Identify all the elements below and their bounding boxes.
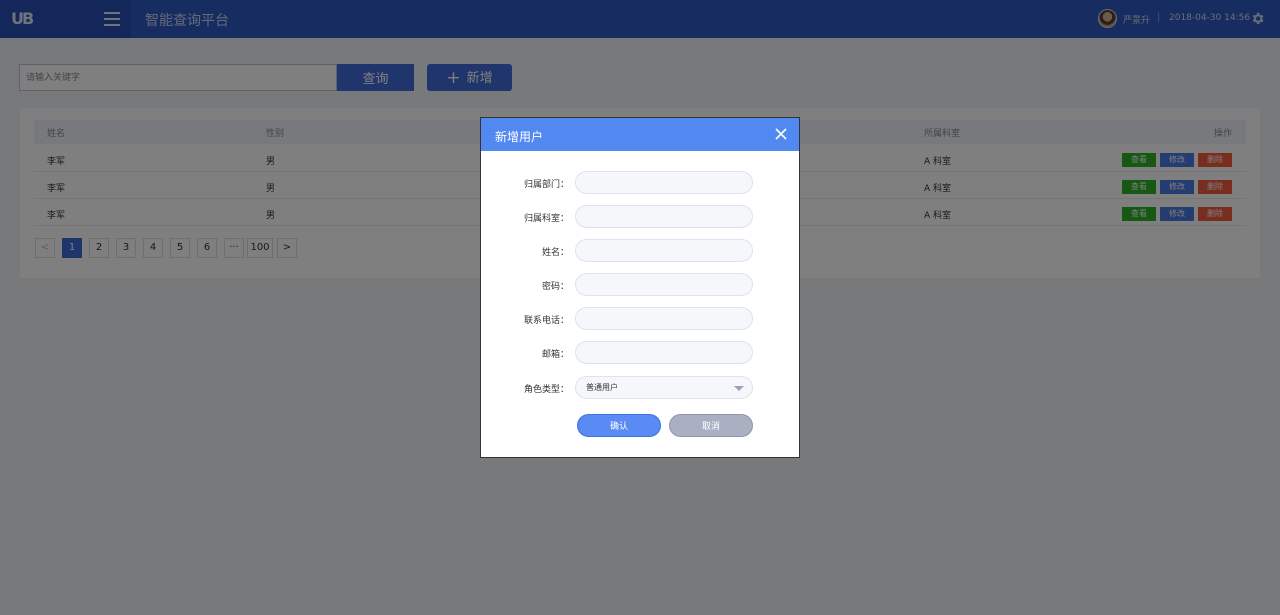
field-password: 密码： bbox=[481, 273, 799, 297]
confirm-button[interactable]: 确认 bbox=[577, 414, 661, 437]
email-input[interactable] bbox=[575, 341, 753, 364]
field-phone: 联系电话： bbox=[481, 307, 799, 331]
close-icon[interactable] bbox=[775, 128, 787, 140]
office-label: 归属科室： bbox=[523, 214, 569, 224]
dept-input[interactable] bbox=[575, 171, 753, 194]
cancel-button[interactable]: 取消 bbox=[669, 414, 753, 437]
password-label: 密码： bbox=[541, 282, 569, 292]
chevron-down-icon bbox=[734, 386, 744, 391]
field-dept: 归属部门： bbox=[481, 171, 799, 195]
role-select-value: 普通用户 bbox=[586, 383, 618, 392]
field-email: 邮箱： bbox=[481, 341, 799, 365]
dept-label: 归属部门： bbox=[523, 180, 569, 190]
password-input[interactable] bbox=[575, 273, 753, 296]
name-input[interactable] bbox=[575, 239, 753, 262]
field-role: 角色类型： 普通用户 bbox=[481, 376, 799, 400]
field-name: 姓名： bbox=[481, 239, 799, 263]
phone-input[interactable] bbox=[575, 307, 753, 330]
role-select[interactable]: 普通用户 bbox=[575, 376, 753, 399]
field-office: 归属科室： bbox=[481, 205, 799, 229]
add-user-dialog: 新增用户 归属部门： 归属科室： 姓名： 密码： 联系电话： 邮箱： 角色类型：… bbox=[480, 117, 800, 458]
role-label: 角色类型： bbox=[523, 385, 569, 395]
dialog-title: 新增用户 bbox=[495, 130, 544, 144]
dialog-header: 新增用户 bbox=[481, 118, 799, 151]
name-label: 姓名： bbox=[541, 248, 569, 258]
phone-label: 联系电话： bbox=[523, 316, 569, 326]
office-input[interactable] bbox=[575, 205, 753, 228]
email-label: 邮箱： bbox=[541, 350, 569, 360]
